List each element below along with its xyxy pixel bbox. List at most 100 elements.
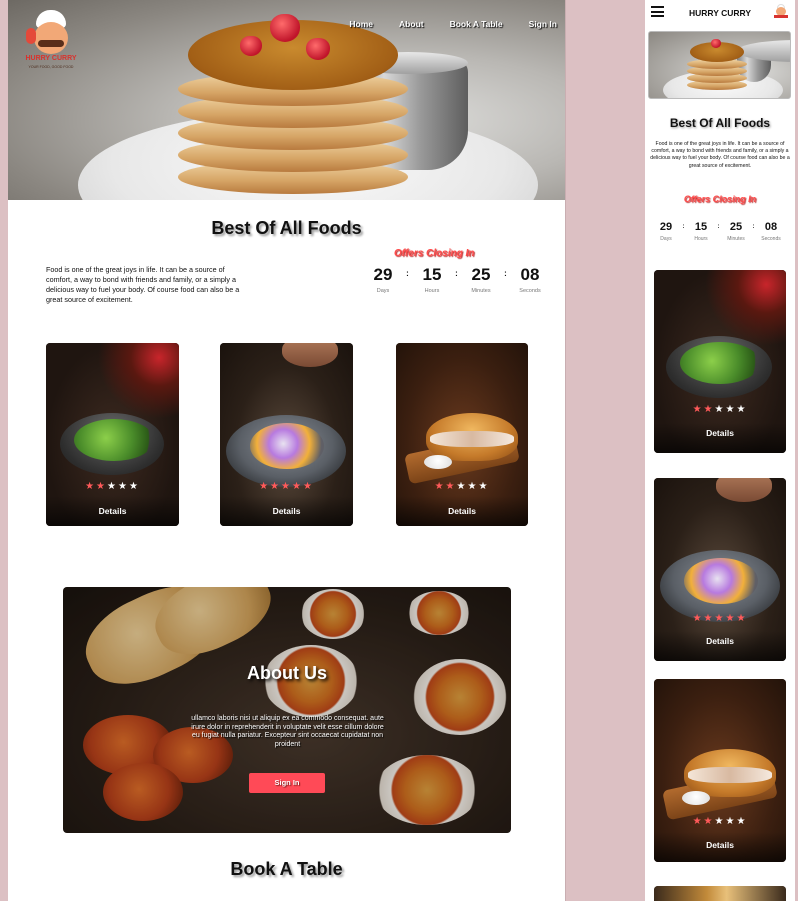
countdown-minutes: 25 Minutes (724, 221, 748, 242)
star-icon: ★ (85, 481, 97, 492)
countdown-separator: : (682, 224, 685, 230)
card-details-button[interactable]: Details (654, 428, 786, 438)
mobile-page: HURRY CURRY Best Of All Foods Food is on… (645, 0, 795, 901)
countdown-days-value: 29 (373, 265, 393, 284)
pane-divider (565, 0, 566, 901)
mobile-food-card-stone-bowl[interactable]: ★★★★★ Details (654, 478, 786, 661)
mobile-food-card-partial[interactable] (654, 886, 786, 901)
countdown-seconds-value: 08 (764, 221, 778, 233)
rating-stars: ★★★★★ (220, 481, 353, 492)
food-card-sandwich[interactable]: ★★★★★ Details (396, 343, 528, 526)
countdown-days-label: Days (660, 236, 672, 242)
countdown-minutes-label: Minutes (471, 288, 491, 294)
rating-stars: ★★★★★ (46, 481, 179, 492)
brand-logo[interactable]: HURRY CURRY YOUR FOOD, GOOD FOOD (24, 8, 78, 70)
star-icon: ★ (478, 481, 490, 492)
best-foods-intro: Food is one of the great joys in life. I… (46, 265, 240, 304)
countdown-hours-label: Hours (694, 236, 708, 242)
countdown-hours: 15 Hours (417, 265, 447, 294)
logo-tagline: YOUR FOOD, GOOD FOOD (28, 65, 74, 69)
countdown-hours-value: 15 (694, 221, 708, 233)
countdown-separator: : (455, 269, 458, 278)
star-icon: ★ (96, 481, 108, 492)
star-icon: ★ (456, 481, 468, 492)
countdown-separator: : (752, 224, 755, 230)
rating-stars: ★★★★★ (654, 816, 786, 827)
card-details-button[interactable]: Details (654, 840, 786, 850)
countdown-minutes-value: 25 (471, 265, 491, 284)
about-us-text: ullamco laboris nisi ut aliquip ex ea co… (191, 715, 384, 748)
star-icon: ★ (714, 613, 726, 624)
countdown-seconds-value: 08 (520, 265, 540, 284)
star-icon: ★ (736, 816, 748, 827)
star-icon: ★ (725, 404, 737, 415)
star-icon: ★ (434, 481, 446, 492)
mobile-food-card-sandwich[interactable]: ★★★★★ Details (654, 679, 786, 862)
logo-text: HURRY CURRY (25, 55, 77, 62)
star-icon: ★ (703, 613, 715, 624)
countdown-seconds: 08 Seconds (759, 221, 783, 242)
offers-heading: Offers Closing In (394, 248, 475, 259)
mobile-countdown-timer: 29 Days : 15 Hours : 25 Minutes : 08 Sec… (654, 221, 783, 242)
mobile-best-foods-intro: Food is one of the great joys in life. I… (650, 141, 790, 169)
countdown-timer: 29 Days : 15 Hours : 25 Minutes : 08 Sec… (368, 265, 545, 294)
star-icon: ★ (281, 481, 292, 492)
star-icon: ★ (692, 816, 704, 827)
countdown-hours-label: Hours (424, 288, 440, 294)
countdown-seconds-label: Seconds (519, 288, 541, 294)
card-details-button[interactable]: Details (220, 506, 353, 516)
star-icon: ★ (714, 404, 726, 415)
star-icon: ★ (107, 481, 118, 492)
mobile-header: HURRY CURRY (645, 0, 795, 26)
star-icon: ★ (714, 816, 726, 827)
countdown-days: 29 Days (368, 265, 398, 294)
food-card-salad[interactable]: ★★★★★ Details (46, 343, 179, 526)
star-icon: ★ (467, 481, 479, 492)
star-icon: ★ (128, 481, 140, 492)
card-details-button[interactable]: Details (396, 506, 528, 516)
countdown-seconds-label: Seconds (761, 236, 781, 242)
star-icon: ★ (259, 481, 271, 492)
nav-sign-in-link[interactable]: Sign In (529, 19, 557, 29)
mobile-logo-icon[interactable] (774, 4, 788, 19)
star-icon: ★ (692, 613, 704, 624)
nav-book-table-link[interactable]: Book A Table (450, 19, 503, 29)
mobile-hero-image (648, 31, 791, 99)
card-image-partial (654, 886, 786, 901)
star-icon: ★ (725, 816, 737, 827)
star-icon: ★ (703, 816, 715, 827)
countdown-seconds: 08 Seconds (515, 265, 545, 294)
countdown-hours: 15 Hours (689, 221, 713, 242)
food-card-stone-bowl[interactable]: ★★★★★ Details (220, 343, 353, 526)
countdown-days-value: 29 (659, 221, 673, 233)
top-navigation: Home About Book A Table Sign In (349, 19, 557, 29)
nav-about-link[interactable]: About (399, 19, 424, 29)
countdown-hours-value: 15 (422, 265, 442, 284)
about-sign-in-button[interactable]: Sign In (249, 773, 325, 793)
star-icon: ★ (736, 404, 748, 415)
best-foods-heading: Best Of All Foods (211, 218, 362, 238)
countdown-days-label: Days (376, 288, 390, 294)
nav-home-link[interactable]: Home (349, 19, 373, 29)
rating-stars: ★★★★★ (654, 613, 786, 624)
mobile-food-card-salad[interactable]: ★★★★★ Details (654, 270, 786, 453)
star-icon: ★ (692, 404, 704, 415)
star-icon: ★ (445, 481, 457, 492)
star-icon: ★ (302, 481, 314, 492)
card-details-button[interactable]: Details (46, 506, 179, 516)
rating-stars: ★★★★★ (396, 481, 528, 492)
mobile-offers-heading: Offers Closing In (683, 194, 757, 204)
card-details-button[interactable]: Details (654, 636, 786, 646)
countdown-days: 29 Days (654, 221, 678, 242)
mobile-brand-title: HURRY CURRY (688, 8, 752, 18)
star-icon: ★ (725, 613, 737, 624)
hero-banner: HURRY CURRY YOUR FOOD, GOOD FOOD Home Ab… (8, 0, 565, 200)
mobile-best-foods-heading: Best Of All Foods (669, 116, 771, 130)
star-icon: ★ (291, 481, 303, 492)
star-icon: ★ (117, 481, 129, 492)
star-icon: ★ (703, 404, 715, 415)
countdown-minutes: 25 Minutes (466, 265, 496, 294)
book-table-heading: Book A Table (230, 859, 343, 879)
countdown-separator: : (504, 269, 507, 278)
countdown-separator: : (406, 269, 409, 278)
